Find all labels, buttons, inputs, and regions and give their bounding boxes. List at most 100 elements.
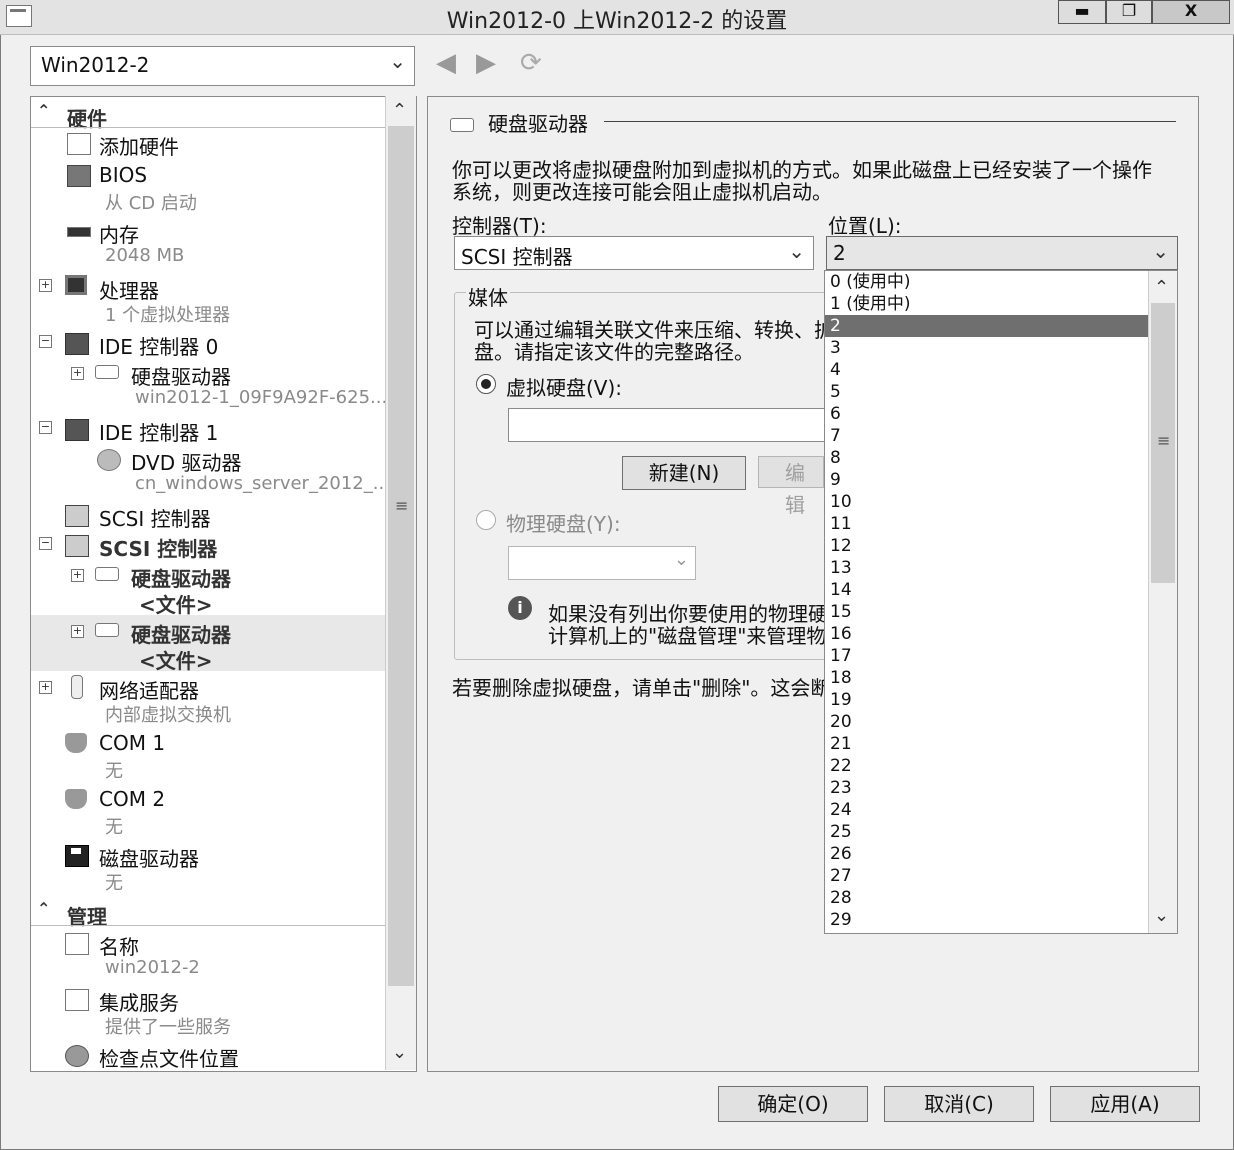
location-option[interactable]: 19 [825, 689, 1152, 711]
forward-arrow-icon[interactable]: ▶ [476, 48, 496, 78]
physical-disk-radio[interactable] [476, 510, 496, 530]
tree-item-memory[interactable]: 内存 [99, 219, 139, 248]
location-option[interactable]: 8 [825, 447, 1152, 469]
tree-item-checkpoint[interactable]: 检查点文件位置 [99, 1043, 239, 1071]
location-option[interactable]: 10 [825, 491, 1152, 513]
new-button[interactable]: 新建(N) [622, 456, 746, 490]
scroll-thumb[interactable] [388, 126, 414, 986]
location-select[interactable]: 2 ⌄ [826, 236, 1178, 270]
tree-item-processor[interactable]: 处理器 [99, 275, 159, 304]
location-option[interactable]: 6 [825, 403, 1152, 425]
scroll-down-icon[interactable]: ⌄ [392, 1042, 407, 1063]
floppy-icon [65, 845, 89, 867]
close-button[interactable]: X [1152, 0, 1230, 24]
collapse-icon[interactable]: − [39, 537, 52, 550]
tree-item-com2[interactable]: COM 2 [99, 787, 165, 811]
cancel-button[interactable]: 取消(C) [884, 1086, 1034, 1122]
scroll-down-icon[interactable]: ⌄ [1154, 905, 1169, 926]
apply-button[interactable]: 应用(A) [1050, 1086, 1200, 1122]
virtual-disk-path-input[interactable] [508, 408, 830, 442]
tree-item-integration[interactable]: 集成服务 [99, 987, 179, 1016]
tree-item-dvd[interactable]: DVD 驱动器 [131, 447, 242, 476]
controller-select[interactable]: SCSI 控制器 ⌄ [454, 236, 814, 270]
tree-item-name[interactable]: 名称 [99, 931, 139, 960]
expand-icon[interactable]: + [71, 625, 84, 638]
grip-icon: ≡ [395, 496, 409, 515]
tree-item-scsi-disk2[interactable]: 硬盘驱动器 [131, 619, 231, 648]
edit-button[interactable]: 编辑 [758, 456, 824, 517]
tree-item-scsi-disk2-sub: <文件> [139, 649, 213, 673]
dropdown-scrollbar[interactable]: ⌃ ≡ ⌄ [1148, 271, 1177, 933]
tree-item-floppy[interactable]: 磁盘驱动器 [99, 843, 199, 872]
location-option[interactable]: 2 [825, 315, 1152, 337]
location-option[interactable]: 17 [825, 645, 1152, 667]
location-option[interactable]: 9 [825, 469, 1152, 491]
location-option[interactable]: 24 [825, 799, 1152, 821]
location-option[interactable]: 23 [825, 777, 1152, 799]
settings-tree: ⌃ 硬件 添加硬件 BIOS 从 CD 启动 内存 2048 MB + 处理器 … [30, 96, 417, 1072]
media-title: 媒体 [466, 282, 510, 311]
collapse-icon[interactable]: − [39, 421, 52, 434]
maximize-button[interactable]: ❐ [1106, 0, 1152, 24]
expand-icon[interactable]: + [71, 569, 84, 582]
location-option[interactable]: 1 (使用中) [825, 293, 1152, 315]
add-hardware-icon [67, 133, 91, 155]
location-option[interactable]: 27 [825, 865, 1152, 887]
back-arrow-icon[interactable]: ◀ [436, 48, 456, 78]
location-option[interactable]: 22 [825, 755, 1152, 777]
physical-disk-select[interactable]: ⌄ [508, 546, 696, 580]
location-option[interactable]: 4 [825, 359, 1152, 381]
scroll-up-icon[interactable]: ⌃ [392, 100, 407, 121]
location-option[interactable]: 26 [825, 843, 1152, 865]
tree-item-scsi-disk1[interactable]: 硬盘驱动器 [131, 563, 231, 592]
tree-item-ide0-disk[interactable]: 硬盘驱动器 [131, 361, 231, 390]
location-option[interactable]: 18 [825, 667, 1152, 689]
tree-item-scsi1[interactable]: SCSI 控制器 [99, 503, 211, 532]
ide-controller-icon [65, 419, 89, 441]
location-option[interactable]: 20 [825, 711, 1152, 733]
location-option[interactable]: 3 [825, 337, 1152, 359]
media-desc-line-2: 盘。请指定该文件的完整路径。 [474, 340, 754, 364]
hardware-section-header[interactable]: ⌃ 硬件 [31, 101, 386, 131]
location-option[interactable]: 13 [825, 557, 1152, 579]
description-line-2: 系统，则更改连接可能会阻止虚拟机启动。 [452, 180, 832, 204]
location-option[interactable]: 21 [825, 733, 1152, 755]
location-option[interactable]: 0 (使用中) [825, 271, 1152, 293]
expand-icon[interactable]: + [39, 279, 52, 292]
tree-item-bios[interactable]: BIOS [99, 163, 147, 187]
management-section-header[interactable]: ⌃ 管理 [31, 899, 386, 929]
location-option[interactable]: 16 [825, 623, 1152, 645]
minimize-button[interactable]: ▬ [1058, 0, 1106, 24]
location-option[interactable]: 28 [825, 887, 1152, 909]
tree-scrollbar[interactable]: ⌃ ≡ ⌄ [385, 96, 416, 1070]
location-option[interactable]: 29 [825, 909, 1152, 931]
tree-item-com1[interactable]: COM 1 [99, 731, 165, 755]
tree-item-network[interactable]: 网络适配器 [99, 675, 199, 704]
tree-item-add-hardware[interactable]: 添加硬件 [99, 131, 179, 160]
dvd-icon [97, 449, 121, 471]
hard-disk-icon [450, 118, 474, 132]
tree-item-scsi2[interactable]: SCSI 控制器 [99, 533, 217, 562]
controller-label: 控制器(T): [452, 214, 547, 238]
expand-icon[interactable]: + [71, 367, 84, 380]
expand-icon[interactable]: + [39, 681, 52, 694]
refresh-icon[interactable]: ⟳ [520, 48, 542, 78]
ok-button[interactable]: 确定(O) [718, 1086, 868, 1122]
location-dropdown-list[interactable]: 0 (使用中) 1 (使用中) 2 3 4 5 6 7 8 9 10 11 12 13 14 15 16 17 18… [824, 270, 1178, 934]
virtual-disk-radio[interactable] [476, 374, 496, 394]
location-option[interactable]: 25 [825, 821, 1152, 843]
tree-item-ide1[interactable]: IDE 控制器 1 [99, 417, 218, 446]
location-option[interactable]: 15 [825, 601, 1152, 623]
location-option[interactable]: 11 [825, 513, 1152, 535]
location-option[interactable]: 14 [825, 579, 1152, 601]
network-adapter-icon [71, 675, 83, 699]
collapse-icon[interactable]: − [39, 335, 52, 348]
tree-item-ide0[interactable]: IDE 控制器 0 [99, 331, 218, 360]
com-port-icon [65, 733, 87, 753]
vm-select[interactable]: Win2012-2 ⌄ [30, 46, 415, 86]
detail-heading: 硬盘驱动器 [488, 112, 588, 136]
location-option[interactable]: 5 [825, 381, 1152, 403]
scroll-up-icon[interactable]: ⌃ [1154, 277, 1169, 298]
location-option[interactable]: 7 [825, 425, 1152, 447]
location-option[interactable]: 12 [825, 535, 1152, 557]
